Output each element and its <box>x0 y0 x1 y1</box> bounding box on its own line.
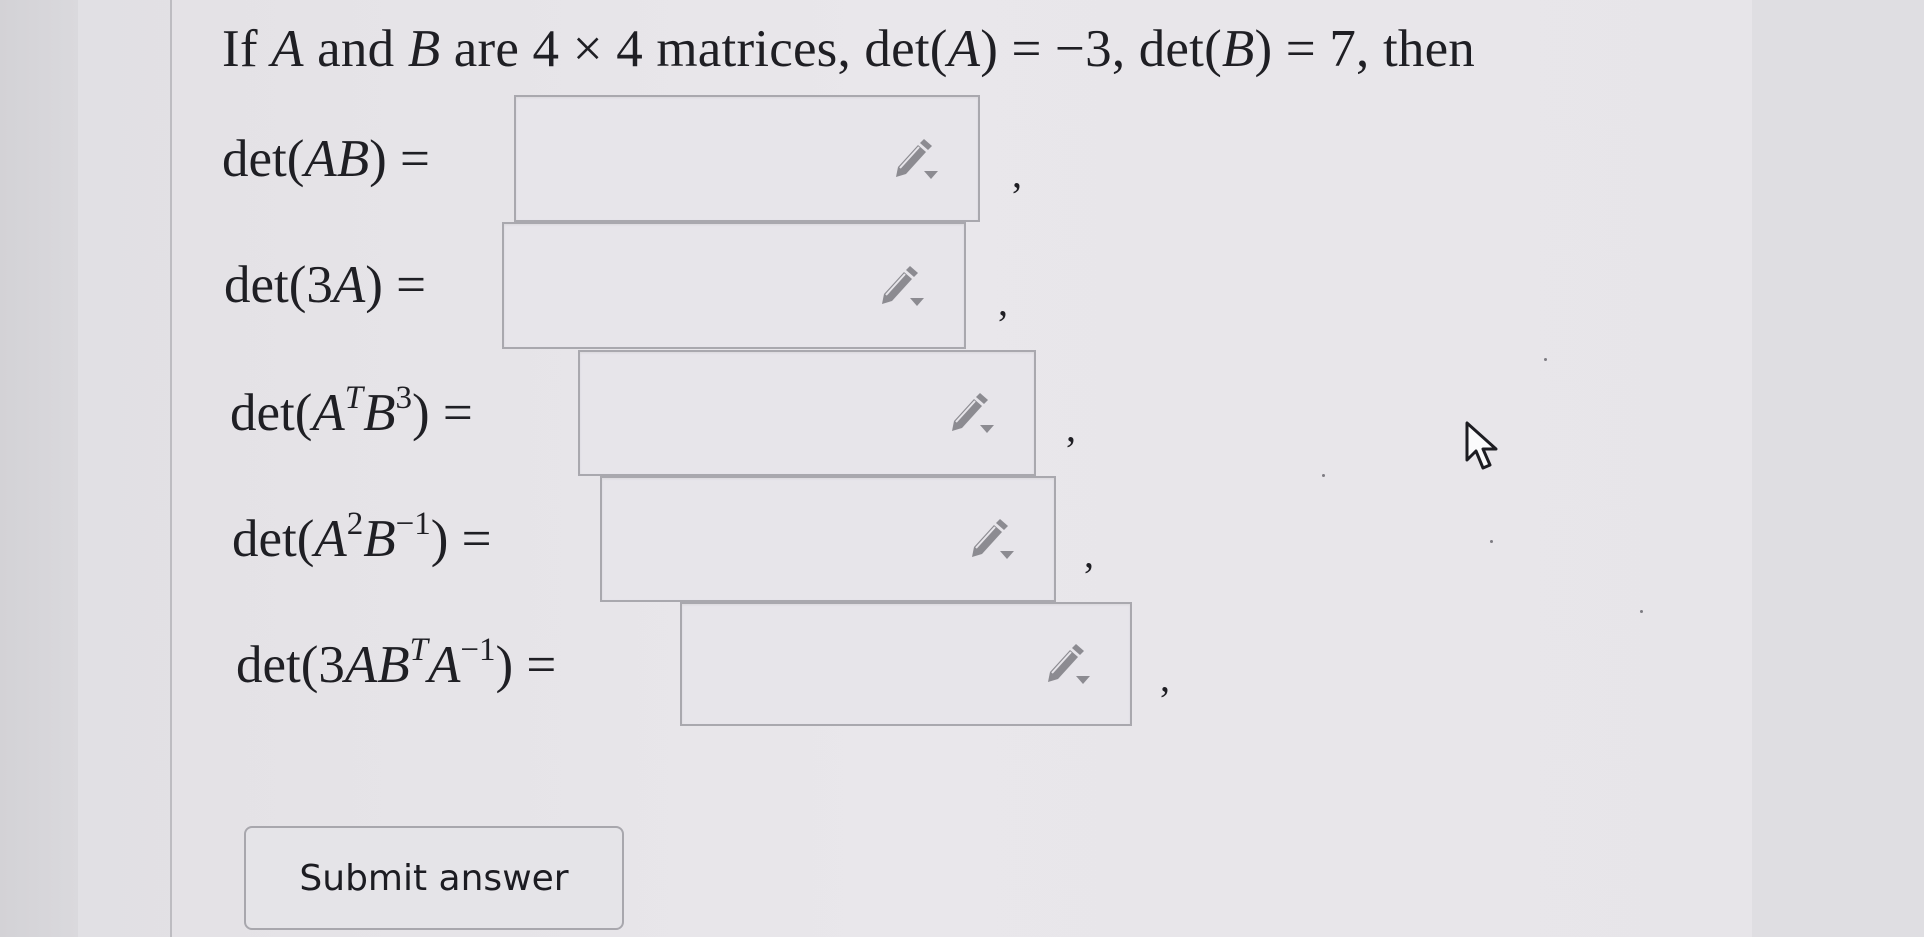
answer-label: det(3A) = <box>224 256 427 314</box>
answer-box-det-3abt-ainv[interactable] <box>680 602 1132 726</box>
screen-edge <box>0 0 78 937</box>
answer-label: det(A2B−1) = <box>232 506 492 569</box>
answer-row-det-a2-binv: det(A2B−1) = <box>232 476 492 602</box>
pencil-icon[interactable] <box>948 391 998 435</box>
screen-speck <box>1322 474 1325 477</box>
comma: , <box>1012 151 1022 196</box>
answer-label: det(3ABTA−1) = <box>236 632 557 695</box>
comma: , <box>1066 405 1076 450</box>
pencil-icon[interactable] <box>968 517 1018 561</box>
answer-label: det(ATB3) = <box>230 380 473 443</box>
answer-label: det(AB) = <box>222 130 430 188</box>
screen-speck <box>1640 610 1643 613</box>
right-gutter <box>1752 0 1924 937</box>
pencil-icon[interactable] <box>892 137 942 181</box>
pencil-icon[interactable] <box>1044 642 1094 686</box>
answer-box-det-3a[interactable] <box>502 222 966 349</box>
screen-speck <box>1490 540 1493 543</box>
answer-row-det-3a: det(3A) = <box>224 222 426 348</box>
answer-box-det-ab[interactable] <box>514 95 980 222</box>
comma: , <box>998 279 1008 324</box>
pencil-icon[interactable] <box>878 264 928 308</box>
submit-answer-button[interactable]: Submit answer <box>244 826 624 930</box>
answer-box-det-at-b3[interactable] <box>578 350 1036 476</box>
question-prompt: If A and B are 4 × 4 matrices, det(A) = … <box>222 20 1475 78</box>
screen-speck <box>1544 358 1547 361</box>
answer-row-det-ab: det(AB) = <box>222 96 430 222</box>
comma: , <box>1160 655 1170 700</box>
mouse-cursor-icon <box>1465 421 1498 470</box>
answer-row-det-at-b3: det(ATB3) = <box>230 350 473 476</box>
answer-box-det-a2-binv[interactable] <box>600 476 1056 602</box>
answer-row-det-3abt-ainv: det(3ABTA−1) = <box>236 602 556 728</box>
comma: , <box>1084 531 1094 576</box>
